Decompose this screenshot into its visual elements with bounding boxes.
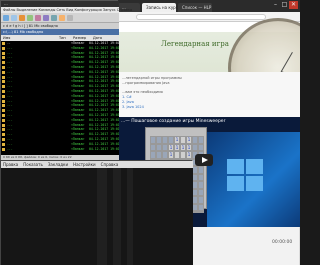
folder-icon — [2, 133, 5, 137]
play-icon[interactable] — [195, 154, 213, 166]
mine-cell — [198, 211, 204, 213]
mine-cell — [198, 203, 204, 211]
folder-icon — [2, 80, 5, 84]
terminal-menu-item[interactable]: Справка — [101, 162, 119, 167]
address-bar[interactable] — [136, 14, 266, 20]
folder-icon — [2, 123, 5, 127]
terminal-menu-item[interactable]: Показать — [23, 162, 43, 167]
terminal-body[interactable] — [1, 168, 193, 265]
folder-icon — [2, 114, 5, 117]
file-list: .. <Папка> 04.12.2017 19:01... <Папка> 04.12… — [1, 41, 119, 155]
folder-icon — [2, 56, 5, 60]
terminal-menu-item[interactable]: Закладки — [48, 162, 68, 167]
folder-icon — [2, 94, 5, 98]
ftp-icon[interactable] — [59, 15, 65, 21]
page-title: Легендарная игра — [161, 40, 229, 48]
mine-cell — [198, 136, 204, 144]
time-label: 00:00:00 — [272, 240, 293, 245]
folder-icon[interactable] — [19, 15, 25, 21]
mine-cell — [198, 181, 204, 189]
folder-icon — [2, 90, 5, 93]
folder-icon — [2, 118, 5, 122]
search-icon[interactable] — [43, 15, 49, 21]
view-icon[interactable] — [11, 15, 17, 21]
mine-cell — [198, 173, 204, 181]
move-icon[interactable] — [35, 15, 41, 21]
video-title[interactable]: ...— Пошаговое создание игры Minesweeper — [121, 119, 225, 124]
mine-cell — [198, 188, 204, 196]
folder-icon — [2, 128, 5, 132]
page-content: ...легендарной игры программы ...програм… — [116, 72, 300, 122]
folder-icon — [2, 109, 5, 113]
refresh-icon[interactable] — [3, 15, 9, 21]
terminal-menu: Правка Показать Закладки Настройки Справка — [1, 161, 193, 168]
intro-line-2: ...программирования Java — [122, 81, 170, 85]
folder-icon — [2, 104, 5, 108]
folder-icon — [2, 46, 5, 50]
folder-icon — [2, 99, 5, 103]
folder-icon — [2, 51, 5, 55]
terminal-window: Правка Показать Закладки Настройки Справка — [0, 160, 193, 265]
close-icon[interactable]: ✕ — [289, 1, 298, 9]
file-row[interactable]: ... <Папка> 04.12.2017 19:01 — [1, 147, 119, 152]
archive-icon[interactable] — [51, 15, 57, 21]
list-item: ...вам это необходимо — [122, 90, 163, 94]
browser-tab-bar: ... Запись на курсы Список — HLP – □ ✕ — [116, 0, 300, 12]
file-manager-toolbar — [1, 13, 119, 23]
list-item[interactable]: 2. Java — [122, 100, 134, 104]
maximize-icon[interactable]: □ — [280, 1, 289, 9]
file-size: <Папка> — [71, 146, 85, 151]
folder-icon — [2, 75, 5, 79]
desktop: ... Запись на курсы Список — HLP – □ ✕ Л… — [0, 0, 300, 265]
folder-icon — [2, 85, 5, 89]
terminal-menu-item[interactable]: Настройки — [73, 162, 96, 167]
minimize-icon[interactable]: – — [271, 1, 280, 9]
list-item[interactable]: 3. Java 1024 — [122, 105, 144, 109]
browser-tab-2[interactable]: Запись на курсы — [142, 3, 181, 12]
copy-icon[interactable] — [27, 15, 33, 21]
folder-icon — [2, 66, 5, 69]
mine-cell — [198, 166, 204, 174]
folder-icon — [2, 142, 5, 146]
list-item[interactable]: 1. C# — [122, 95, 132, 99]
folder-icon — [2, 61, 5, 65]
browser-tab-3[interactable]: Список — HLP — [178, 3, 212, 12]
intro-line-1: ...легендарной игры программы — [122, 76, 182, 80]
windows-logo-icon — [227, 159, 267, 195]
file-date: 04.12.2017 19:01 — [89, 146, 119, 151]
file-manager-window: ... Файлы Выделение Команды Сеть Вид Кон… — [0, 0, 132, 160]
mine-cell — [198, 196, 204, 204]
folder-icon — [2, 138, 5, 141]
terminal-menu-item[interactable]: Правка — [3, 162, 18, 167]
folder-icon — [2, 42, 5, 45]
mine-cell — [198, 143, 204, 151]
file-name: ... — [7, 146, 13, 151]
settings-icon[interactable] — [67, 15, 73, 21]
folder-icon — [2, 70, 5, 74]
folder-icon — [2, 147, 5, 151]
